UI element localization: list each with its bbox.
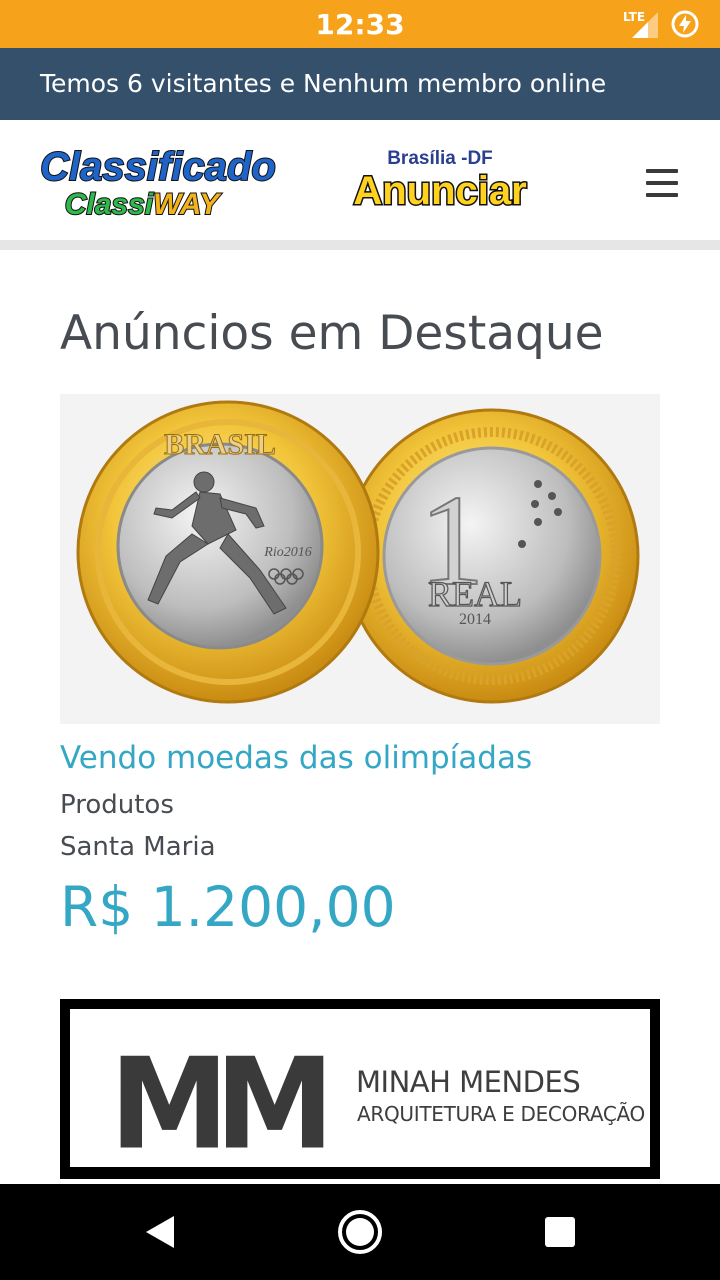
sponsor-name: MINAH MENDES [356,1065,581,1099]
status-bar: 12:33 LTE [0,0,720,48]
visitors-text: Temos 6 visitantes e Nenhum membro onlin… [40,69,607,98]
battery-charging-icon [671,10,699,38]
coin-left-logo: Rio2016 [263,545,311,560]
ad-price: R$ 1.200,00 [60,875,396,939]
logo-line2-way: WAY [153,188,222,218]
visitors-banner: Temos 6 visitantes e Nenhum membro onlin… [0,48,720,120]
mm-monogram-logo: MM [110,1032,330,1167]
classificado-logo[interactable]: Classificado ClassiWAY [20,146,296,218]
status-time: 12:33 [315,8,405,41]
home-icon[interactable] [336,1208,384,1256]
sponsor-tagline: ARQUITETURA E DECORAÇÃO [357,1102,645,1126]
site-header: Classificado ClassiWAY Brasília -DF Anun… [0,120,720,240]
coin-left-text: BRASIL [164,428,276,461]
lte-label: LTE [623,10,646,24]
back-icon[interactable] [136,1208,184,1256]
logo-line2-classi: Classi [65,188,154,218]
recents-icon[interactable] [536,1208,584,1256]
sponsor-banner[interactable]: MM MINAH MENDES ARQUITETURA E DECORAÇÃO [60,999,660,1179]
coin-right-year: 2014 [459,611,491,628]
ad-image[interactable]: 1 REAL 2014 BRASIL Rio2016 [60,394,660,724]
svg-text:ClassiWAY: ClassiWAY [65,188,222,218]
ad-title-link[interactable]: Vendo moedas das olimpíadas [60,740,532,776]
section-title: Anúncios em Destaque [60,306,604,361]
android-nav-bar [0,1184,720,1280]
anunciar-subtitle: Brasília -DF [387,148,493,169]
header-divider [0,240,720,250]
anunciar-button[interactable]: Brasília -DF Anunciar [338,146,544,216]
ad-category: Produtos [60,790,174,820]
sponsor-banner-inner: MM MINAH MENDES ARQUITETURA E DECORAÇÃO [70,1009,650,1167]
coin-right-text: REAL [428,574,522,614]
sponsor-monogram: MM [110,1032,325,1167]
hamburger-menu-icon[interactable] [640,165,684,201]
ad-location: Santa Maria [60,832,216,862]
olympic-coins-image: 1 REAL 2014 BRASIL Rio2016 [76,400,640,704]
anunciar-label: Anunciar [353,169,526,213]
logo-line1: Classificado [40,146,276,189]
